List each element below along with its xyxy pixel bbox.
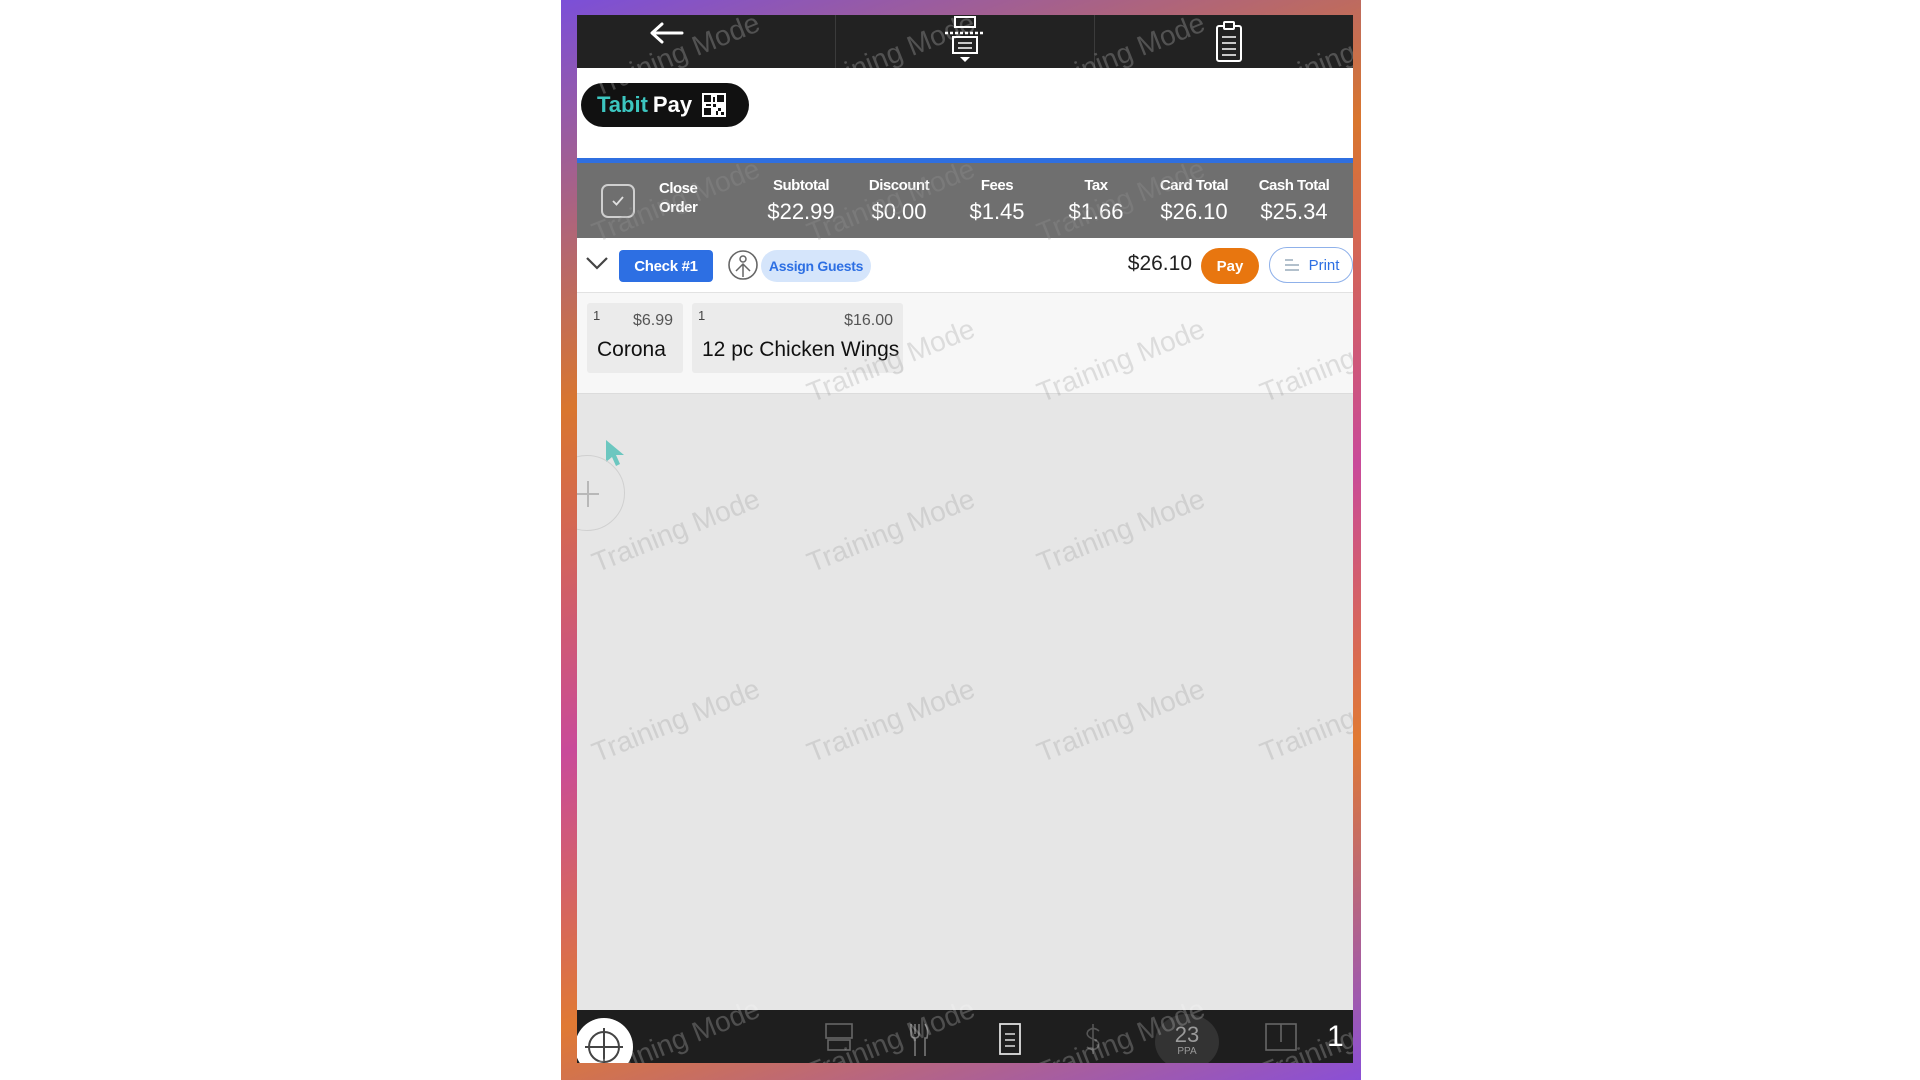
order-items-list: 1 $6.99 Corona 1 $16.00 12 pc Chicken Wi… [577, 293, 1353, 394]
clipboard-icon [1216, 20, 1242, 62]
discount-total: Discount $0.00 [849, 177, 949, 225]
brand-header: Tabit Pay [577, 68, 1353, 158]
watermark: Training Mode [1032, 482, 1210, 579]
close-order-label: Close Order [659, 180, 698, 216]
target-button[interactable] [577, 1018, 633, 1063]
brand-name-tabit: Tabit [597, 92, 648, 117]
pos-screen: Tabit Pay Close Order Subtotal $22.99 Di… [577, 15, 1353, 1063]
plus-icon-vertical [587, 481, 589, 507]
item-price: $16.00 [844, 312, 893, 329]
tax-total: Tax $1.66 [1046, 177, 1146, 225]
dollar-icon[interactable] [1082, 1022, 1104, 1056]
cash-total-label: Cash Total [1258, 177, 1330, 194]
fees-total: Fees $1.45 [947, 177, 1047, 225]
discount-label: Discount [868, 177, 930, 194]
item-name: Corona [597, 338, 666, 361]
ppa-value: 23 [1174, 1022, 1200, 1047]
print-label: Print [1308, 256, 1340, 274]
cash-total: Cash Total $25.34 [1244, 177, 1344, 225]
tax-value: $1.66 [1068, 199, 1124, 224]
floorplan-icon[interactable] [1264, 1022, 1298, 1052]
print-button[interactable]: Print [1269, 247, 1353, 283]
totals-bar: Close Order Subtotal $22.99 Discount $0.… [577, 163, 1353, 238]
checkmark-icon [612, 196, 624, 206]
target-icon [585, 1028, 623, 1063]
print-menu-button[interactable] [836, 15, 1094, 68]
fees-label: Fees [980, 177, 1014, 194]
item-name: 12 pc Chicken Wings [702, 338, 900, 361]
card-total-value: $26.10 [1160, 199, 1228, 224]
watermark: Training Mode [802, 672, 980, 769]
bottom-toolbar: 23 PPA 1 [577, 1010, 1353, 1063]
back-button[interactable] [577, 15, 835, 68]
ppa-indicator[interactable]: 23 PPA [1155, 1014, 1219, 1063]
item-quantity: 1 [698, 308, 706, 323]
register-icon[interactable] [824, 1022, 854, 1052]
tabit-pay-button[interactable]: Tabit Pay [581, 83, 749, 127]
card-total-label: Card Total [1159, 177, 1229, 194]
print-icon [1284, 259, 1299, 271]
check-tab-button[interactable]: Check #1 [619, 250, 713, 282]
card-total: Card Total $26.10 [1144, 177, 1244, 225]
watermark: Training Mode [802, 482, 980, 579]
item-quantity: 1 [593, 308, 601, 323]
item-price: $6.99 [632, 312, 673, 329]
subtotal-label: Subtotal [773, 177, 830, 194]
tax-label: Tax [1084, 177, 1108, 194]
ppa-label: PPA [1177, 1046, 1197, 1057]
guest-person-icon[interactable] [727, 249, 759, 281]
qr-code-icon [702, 93, 727, 117]
assign-guests-button[interactable]: Assign Guests [761, 250, 871, 282]
back-arrow-icon [650, 22, 684, 43]
receipt-icon[interactable] [998, 1022, 1022, 1056]
pay-button[interactable]: Pay [1201, 248, 1259, 284]
order-item-corona[interactable]: 1 $6.99 Corona [587, 303, 683, 373]
brand-name-pay: Pay [652, 92, 693, 117]
cash-total-value: $25.34 [1260, 199, 1328, 224]
chevron-down-icon[interactable] [585, 254, 609, 272]
clipboard-button[interactable] [1095, 15, 1353, 68]
check-total-amount: $26.10 [1127, 252, 1192, 275]
watermark: Training Mode [1255, 673, 1353, 769]
subtotal-total: Subtotal $22.99 [751, 177, 851, 225]
subtotal-value: $22.99 [767, 199, 835, 224]
fees-value: $1.45 [969, 199, 1025, 224]
fork-icon[interactable] [907, 1022, 931, 1058]
watermark: Training Mode [587, 672, 765, 769]
check-header: Check #1 Assign Guests $26.10 Pay Print [577, 238, 1353, 293]
printer-icon [945, 15, 985, 62]
top-toolbar [577, 15, 1353, 68]
bottom-counter: 1 [1327, 1020, 1344, 1053]
order-item-chicken-wings[interactable]: 1 $16.00 12 pc Chicken Wings [692, 303, 903, 373]
watermark: Training Mode [1032, 672, 1210, 769]
close-order-checkbox[interactable] [601, 184, 635, 218]
discount-value: $0.00 [871, 199, 927, 224]
